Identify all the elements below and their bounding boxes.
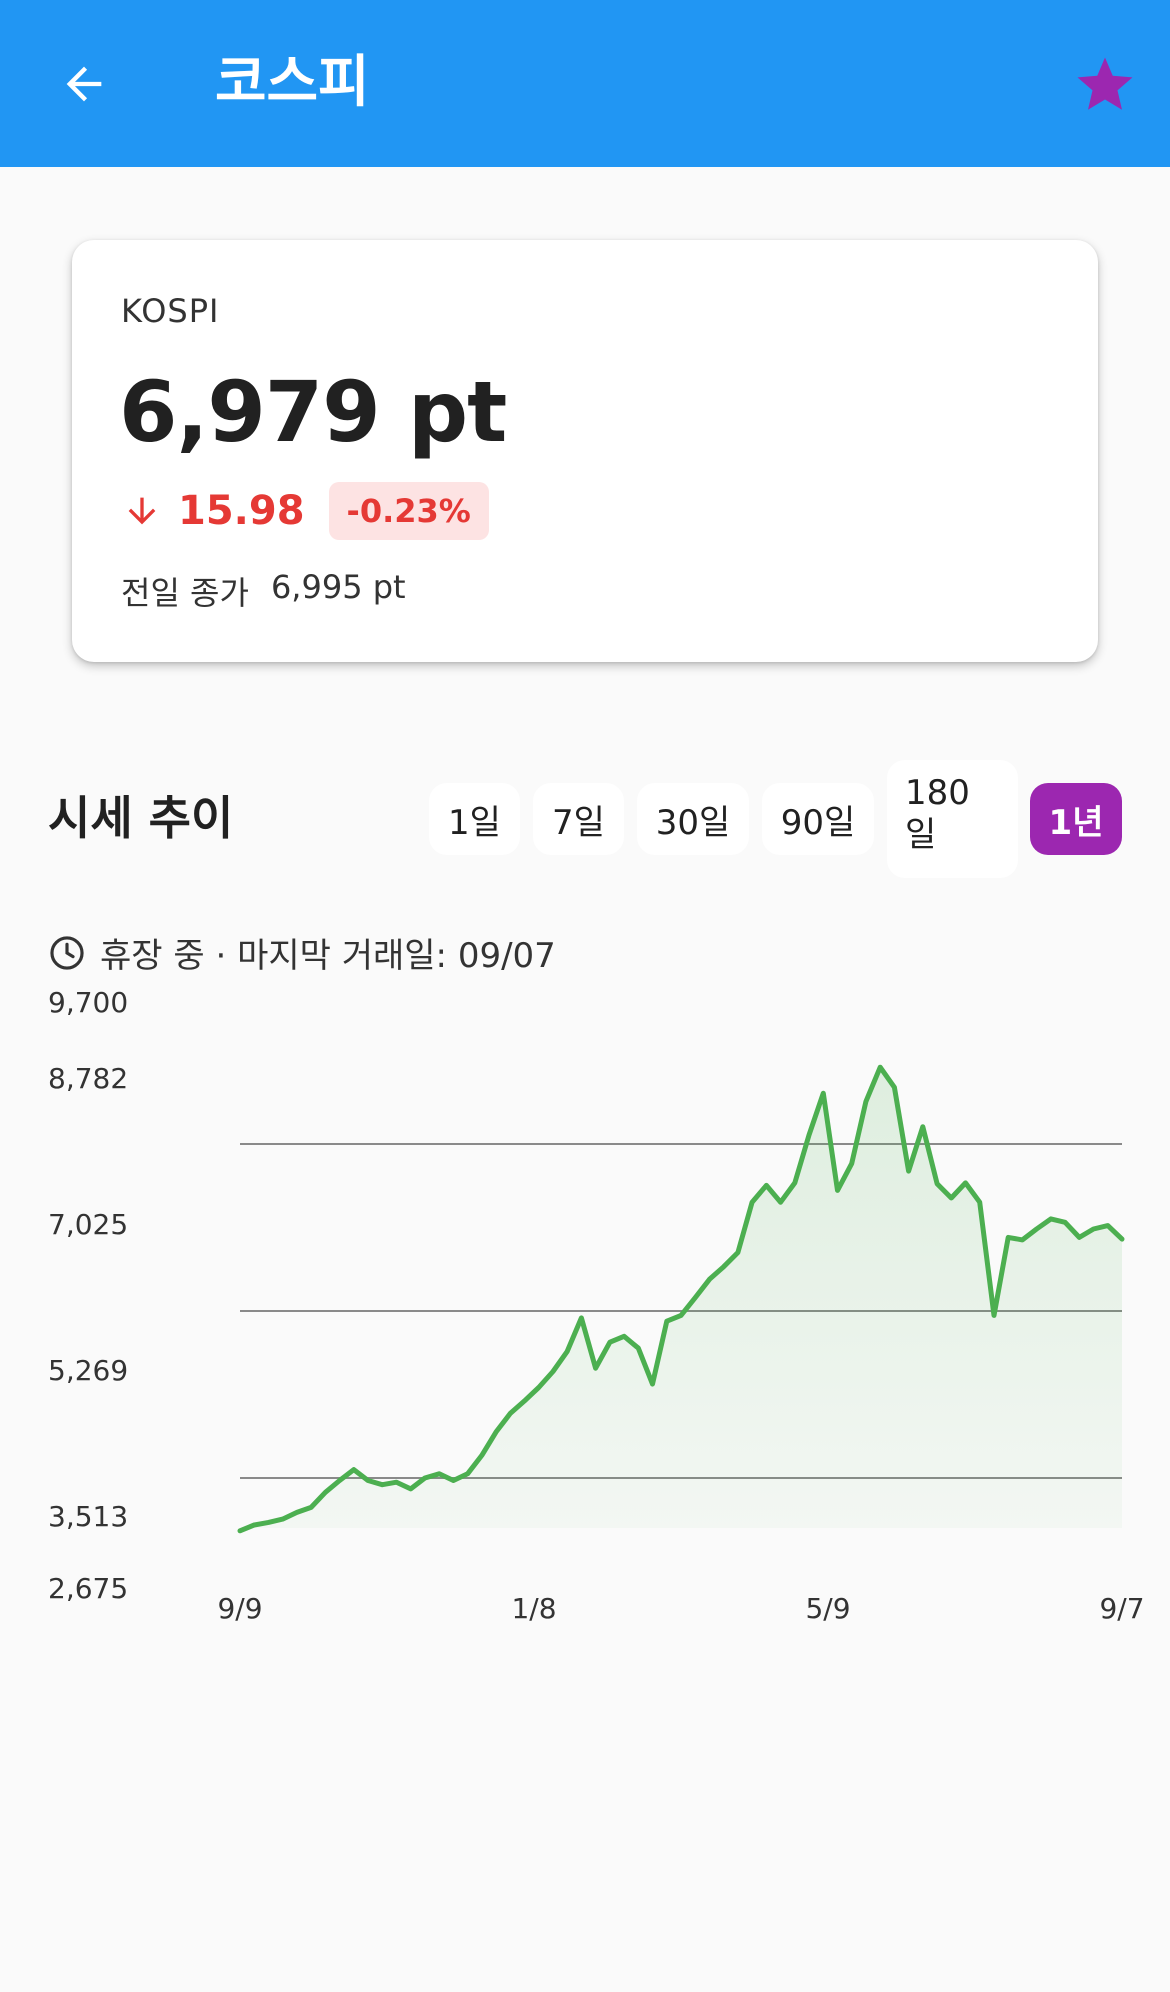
favorite-button[interactable] <box>1070 50 1140 120</box>
change-percent-badge: -0.23% <box>328 482 489 540</box>
arrow-left-icon <box>66 66 102 102</box>
prev-close-label: 전일 종가 <box>121 574 249 612</box>
arrow-down-icon <box>128 497 156 525</box>
price-chart: 9,700 8,782 7,025 5,269 3,513 2,675 9/9 … <box>0 980 1170 1630</box>
market-status: 휴장 중 · 마지막 거래일: 09/07 <box>48 928 556 977</box>
star-icon <box>1077 57 1133 110</box>
trend-section-title: 시세 추이 <box>48 791 234 845</box>
current-price: 6,979 pt <box>119 363 507 461</box>
range-chip-7d[interactable]: 7일 <box>533 783 624 855</box>
page-title: 코스피 <box>215 50 370 115</box>
x-tick-label: 9/9 <box>217 1592 263 1625</box>
x-tick-label: 9/7 <box>1099 1592 1145 1625</box>
range-chip-90d[interactable]: 90일 <box>762 783 874 855</box>
app-bar: 코스피 <box>0 0 1170 167</box>
x-tick-label: 1/8 <box>511 1592 557 1625</box>
x-tick-label: 5/9 <box>805 1592 851 1625</box>
symbol-label: KOSPI <box>121 292 220 330</box>
range-chip-1d[interactable]: 1일 <box>429 783 520 855</box>
market-status-text: 휴장 중 · 마지막 거래일: 09/07 <box>100 936 556 976</box>
chart-plot <box>237 1064 1125 1534</box>
range-chip-30d[interactable]: 30일 <box>637 783 749 855</box>
quote-card: KOSPI 6,979 pt 15.98 -0.23% 전일 종가 6,995 … <box>72 240 1098 662</box>
prev-close-value: 6,995 pt <box>270 568 406 606</box>
range-chip-180d[interactable]: 180 일 <box>887 760 1018 878</box>
change-row: 15.98 -0.23% <box>122 480 489 542</box>
range-chip-1y[interactable]: 1년 <box>1030 783 1122 855</box>
prev-close-row: 전일 종가 6,995 pt <box>121 568 406 614</box>
back-button[interactable] <box>50 50 118 118</box>
change-value: 15.98 <box>178 488 305 534</box>
clock-icon <box>50 935 84 970</box>
